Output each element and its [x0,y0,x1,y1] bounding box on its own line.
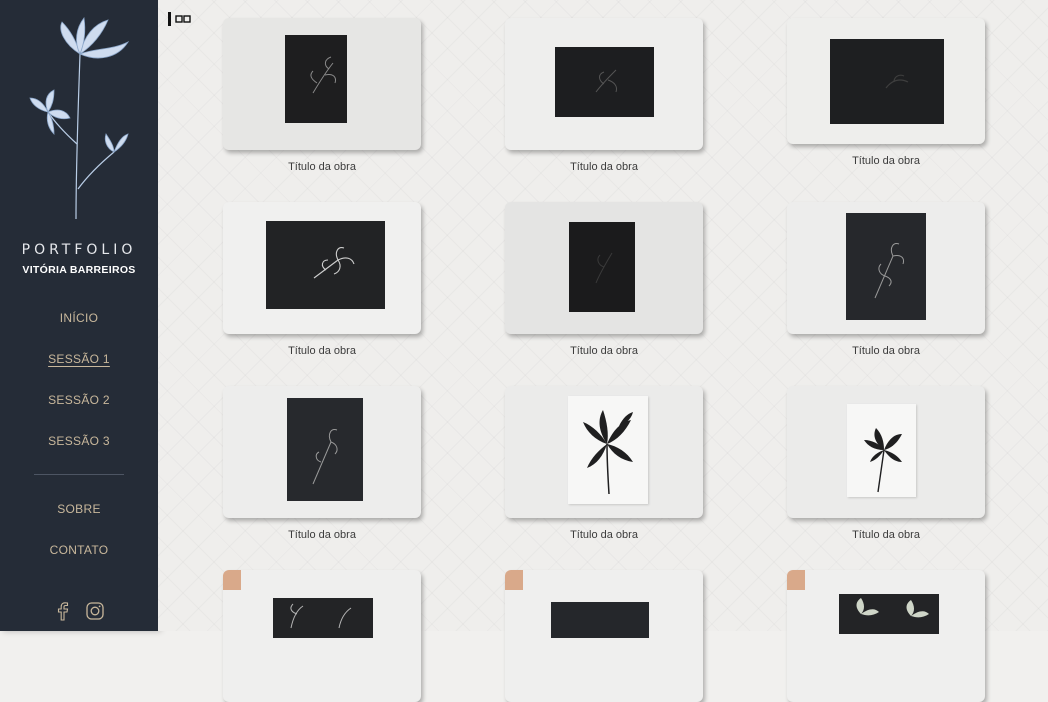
nav-label: CONTATO [49,543,109,557]
nav-item-sessao-2[interactable]: SESSÃO 2 [0,393,158,407]
artwork-thumbnail[interactable] [787,386,985,518]
artwork-thumbnail[interactable] [223,18,421,150]
artwork-caption[interactable]: Título da obra [787,155,985,167]
artwork-caption[interactable]: Título da obra [223,161,421,173]
artwork-thumbnail[interactable] [505,18,703,150]
brand-subtitle: VITÓRIA BARREIROS [22,264,136,276]
artwork-thumbnail[interactable] [223,570,421,702]
nav-item-inicio[interactable]: INÍCIO [0,311,158,325]
artwork-caption[interactable]: Título da obra [505,161,703,173]
nav-item-sobre[interactable]: SOBRE [0,502,158,516]
nav-label: INÍCIO [59,311,99,325]
artwork-thumbnail[interactable] [787,202,985,334]
artwork-thumbnail[interactable] [505,570,703,702]
artwork-thumbnail[interactable] [505,386,703,518]
instagram-icon[interactable] [85,601,105,621]
sidebar: PORTFOLIO VITÓRIA BARREIROS INÍCIO SESSÃ… [0,0,158,631]
artwork-caption[interactable]: Título da obra [787,345,985,357]
artwork-caption[interactable]: Título da obra [223,529,421,541]
artwork-thumbnail[interactable] [787,570,985,702]
artwork-thumbnail[interactable] [787,18,985,144]
brand-title: PORTFOLIO [21,242,137,258]
nav-label: SOBRE [57,502,101,516]
nav-item-sessao-1[interactable]: SESSÃO 1 [0,352,158,366]
nav-label: SESSÃO 1 [48,352,110,366]
artwork-thumbnail[interactable] [223,386,421,518]
artwork-thumbnail[interactable] [223,202,421,334]
lily-flower-logo-icon [29,17,130,220]
grid-view-icon[interactable] [168,12,194,26]
nav-divider [34,474,124,475]
artwork-caption[interactable]: Título da obra [505,345,703,357]
artwork-caption[interactable]: Título da obra [223,345,421,357]
nav-label: SESSÃO 2 [48,393,110,407]
artwork-thumbnail[interactable] [505,202,703,334]
nav-item-sessao-3[interactable]: SESSÃO 3 [0,434,158,448]
nav-item-contato[interactable]: CONTATO [0,543,158,557]
facebook-icon[interactable] [53,601,73,621]
artwork-caption[interactable]: Título da obra [505,529,703,541]
nav-label: SESSÃO 3 [48,434,110,448]
artwork-caption[interactable]: Título da obra [787,529,985,541]
